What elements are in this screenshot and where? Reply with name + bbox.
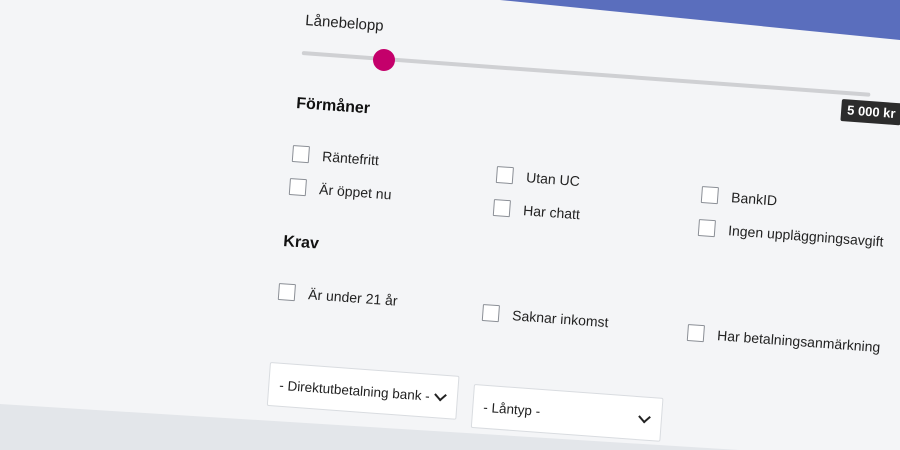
bank-select[interactable]: - Direktutbetalning bank - (266, 362, 460, 420)
loan-amount-slider-thumb[interactable] (373, 49, 395, 71)
checkbox-box[interactable] (288, 178, 307, 197)
filter-panel: Lånebelopp 5 000 kr Förmåner Räntefritt … (0, 0, 900, 450)
loan-amount-value: 5 000 kr (840, 99, 900, 126)
checkbox-label: Ingen uppläggningsavgift (727, 221, 885, 250)
checkbox-label: Saknar inkomst (511, 306, 610, 330)
blue-band (500, 0, 900, 40)
checkbox-label: Har chatt (522, 201, 581, 222)
checkbox-har-chatt[interactable]: Har chatt (492, 199, 581, 222)
checkbox-ingen-upplaggningsavgift[interactable]: Ingen uppläggningsavgift (697, 219, 885, 250)
benefits-heading: Förmåner (295, 95, 371, 118)
loan-amount-label: Lånebelopp (304, 12, 385, 35)
checkbox-label: Räntefritt (321, 147, 380, 168)
checkbox-under-21[interactable]: Är under 21 år (277, 283, 399, 309)
checkbox-box[interactable] (492, 199, 511, 218)
checkbox-box[interactable] (700, 186, 719, 205)
checkbox-utan-uc[interactable]: Utan UC (495, 166, 581, 189)
checkbox-rantefritt[interactable]: Räntefritt (291, 145, 380, 168)
checkbox-box[interactable] (291, 145, 310, 164)
checkbox-box[interactable] (277, 283, 296, 302)
checkbox-label: BankID (730, 188, 778, 209)
checkbox-box[interactable] (686, 324, 705, 343)
loantype-select-value: - Låntyp - (482, 399, 541, 419)
checkbox-label: Utan UC (525, 168, 581, 189)
chevron-down-icon (638, 410, 651, 423)
checkbox-box[interactable] (481, 304, 500, 323)
requirements-heading: Krav (282, 233, 320, 253)
checkbox-saknar-inkomst[interactable]: Saknar inkomst (481, 304, 610, 330)
checkbox-label: Har betalningsanmärkning (716, 326, 881, 355)
checkbox-bankid[interactable]: BankID (700, 186, 778, 209)
checkbox-label: Är öppet nu (318, 180, 393, 202)
bank-select-value: - Direktutbetalning bank - (278, 377, 431, 404)
checkbox-box[interactable] (495, 166, 514, 185)
checkbox-oppet-nu[interactable]: Är öppet nu (288, 178, 393, 202)
chevron-down-icon (434, 388, 447, 401)
loantype-select[interactable]: - Låntyp - (470, 384, 664, 442)
checkbox-label: Är under 21 år (307, 285, 399, 309)
checkbox-betalningsanmarkning[interactable]: Har betalningsanmärkning (686, 324, 881, 355)
checkbox-box[interactable] (697, 219, 716, 238)
